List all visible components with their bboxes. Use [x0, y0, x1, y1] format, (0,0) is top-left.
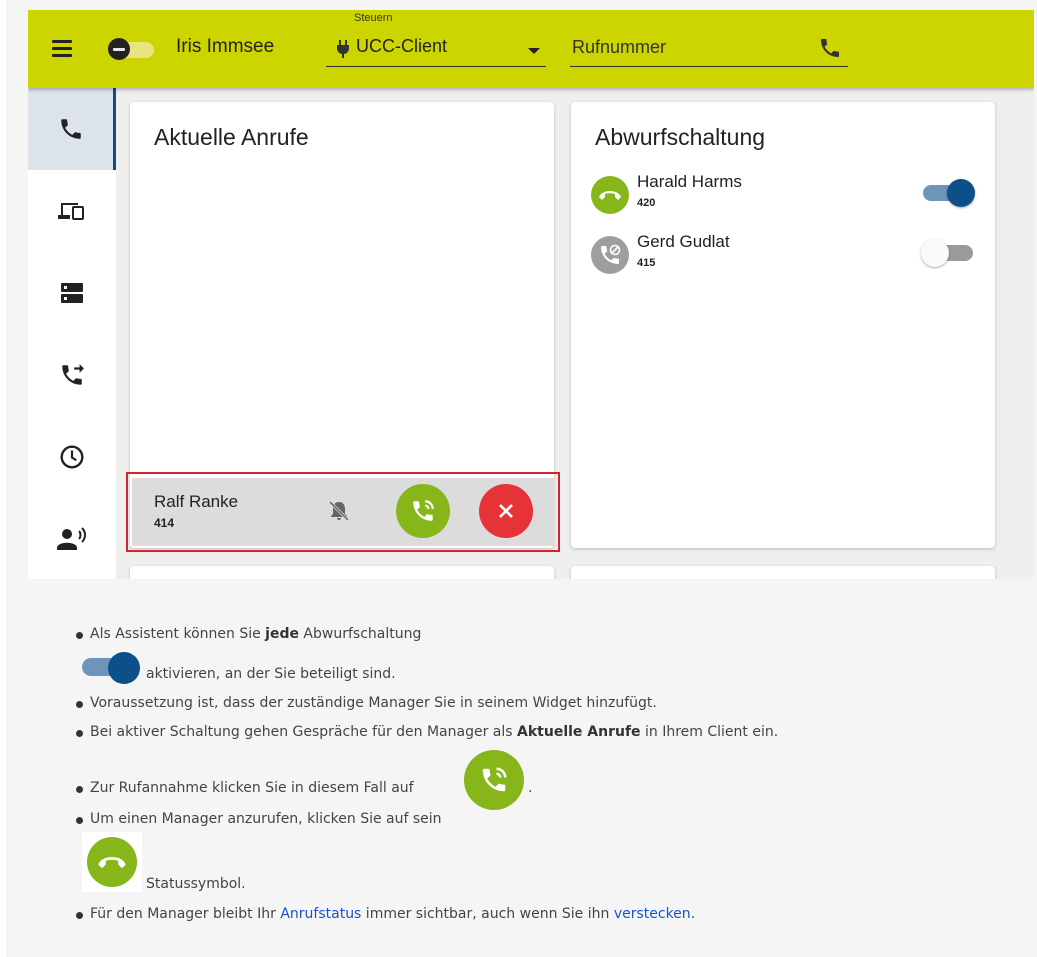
caller-number: 414 — [154, 516, 175, 530]
manager-status-available-icon — [87, 837, 137, 887]
close-icon — [499, 504, 513, 518]
manager-status-busy-icon[interactable] — [591, 236, 629, 274]
phone-paused-icon — [601, 244, 621, 264]
bullet-icon — [76, 701, 83, 708]
note-line: Als Assistent können Sie jede Abwurfscha… — [90, 626, 422, 642]
note-line: aktivieren, an der Sie beteiligt sind. — [146, 666, 396, 682]
lower-right-card — [571, 566, 995, 579]
note-period: . — [528, 780, 533, 796]
top-bar: Iris Immsee Steuern UCC-Client Rufnummer — [28, 10, 1034, 88]
call-status-link[interactable]: Anrufstatus — [280, 906, 361, 922]
control-label: Steuern — [354, 12, 393, 24]
note-line: Voraussetzung ist, dass der zuständige M… — [90, 695, 657, 711]
manager-row: Gerd Gudlat 415 — [591, 232, 981, 282]
dial-icon[interactable] — [818, 36, 842, 60]
manager-status-available-icon[interactable] — [591, 176, 629, 214]
note-line: Bei aktiver Schaltung gehen Gespräche fü… — [90, 724, 779, 740]
menu-icon[interactable] — [52, 40, 72, 61]
note-line: Um einen Manager anzurufen, klicken Sie … — [90, 811, 442, 827]
control-select[interactable]: UCC-Client — [326, 34, 546, 67]
nav-item-voice[interactable] — [28, 498, 116, 579]
toggle-knob — [947, 179, 975, 207]
bell-off-icon[interactable] — [328, 500, 350, 522]
bullet-icon — [76, 817, 83, 824]
toggle-knob — [921, 239, 949, 267]
nav-item-calls[interactable] — [28, 88, 116, 170]
user-name: Iris Immsee — [176, 36, 275, 57]
manager-number: 415 — [637, 257, 656, 269]
reject-call-button[interactable] — [479, 484, 533, 538]
side-nav — [28, 88, 116, 579]
phone-number-input[interactable]: Rufnummer — [570, 34, 848, 67]
divert-title: Abwurfschaltung — [595, 124, 766, 150]
phone-ringing-icon — [413, 500, 434, 521]
current-calls-title: Aktuelle Anrufe — [154, 124, 309, 150]
phone-number-placeholder: Rufnummer — [572, 37, 667, 57]
hangup-phone-icon — [98, 857, 126, 869]
voice-icon — [57, 527, 86, 550]
bullet-icon — [76, 632, 83, 639]
bullet-icon — [76, 730, 83, 737]
devices-icon — [58, 203, 84, 220]
server-icon — [61, 283, 83, 303]
lower-left-card — [130, 566, 554, 579]
accept-call-button[interactable] — [396, 484, 450, 538]
accept-call-illustration — [464, 750, 524, 810]
bullet-icon — [76, 786, 83, 793]
nav-item-devices[interactable] — [28, 170, 116, 252]
app-screenshot: Iris Immsee Steuern UCC-Client Rufnummer — [28, 10, 1034, 579]
manager-name: Harald Harms — [637, 172, 742, 191]
incoming-call-row[interactable]: Ralf Ranke 414 — [132, 478, 554, 546]
clock-icon — [60, 445, 84, 469]
caller-name: Ralf Ranke — [154, 492, 239, 511]
nav-item-history[interactable] — [28, 416, 116, 498]
hide-link[interactable]: verstecken — [614, 906, 691, 922]
bullet-icon — [76, 912, 83, 919]
divert-toggle-off[interactable] — [921, 238, 975, 268]
manager-name: Gerd Gudlat — [637, 232, 730, 251]
presence-toggle[interactable] — [108, 38, 156, 60]
toggle-on-illustration — [82, 650, 142, 684]
hangup-phone-icon — [599, 191, 621, 200]
control-value: UCC-Client — [356, 36, 448, 56]
status-symbol-illustration — [82, 832, 142, 892]
page: Iris Immsee Steuern UCC-Client Rufnummer — [6, 0, 1037, 957]
nav-item-call-forward[interactable] — [28, 334, 116, 416]
note-line: Statussymbol. — [146, 876, 246, 892]
phone-icon — [60, 119, 81, 139]
manager-row: Harald Harms 420 — [591, 172, 981, 222]
incoming-call-highlight: Ralf Ranke 414 — [126, 472, 560, 552]
call-forward-icon — [62, 364, 84, 385]
plug-icon — [337, 40, 349, 58]
phone-ringing-icon — [482, 767, 507, 792]
note-line: Für den Manager bleibt Ihr Anrufstatus i… — [90, 906, 696, 922]
note-line: Zur Rufannahme klicken Sie in diesem Fal… — [90, 780, 414, 796]
manager-number: 420 — [637, 197, 656, 209]
divert-card: Abwurfschaltung Harald Harms 420 Gerd Gu… — [571, 102, 995, 548]
nav-item-servers[interactable] — [28, 252, 116, 334]
divert-toggle-on[interactable] — [923, 178, 975, 208]
chevron-down-icon — [528, 48, 540, 54]
do-not-disturb-icon — [108, 38, 130, 60]
